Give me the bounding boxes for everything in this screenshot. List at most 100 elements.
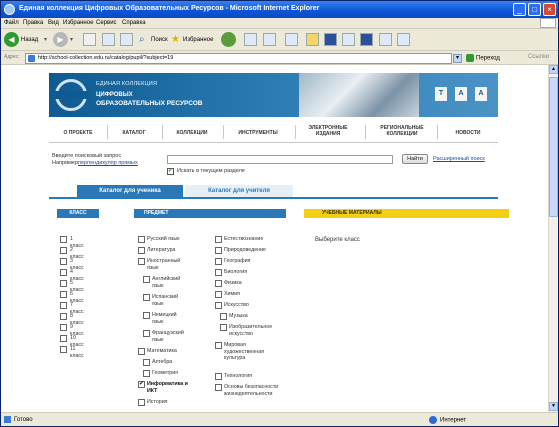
subject-checkbox[interactable] [143, 294, 150, 301]
advanced-search-link[interactable]: Расширенный поиск [433, 156, 485, 162]
class-checkbox[interactable] [60, 335, 67, 342]
menu-edit[interactable]: Правка [23, 20, 43, 26]
tools-icon[interactable] [397, 33, 410, 46]
dropdown-arrow-icon[interactable]: ▾ [70, 32, 73, 48]
refresh-icon[interactable] [102, 33, 115, 46]
forward-arrow-icon[interactable]: ▶ [53, 32, 68, 47]
subject-label: Иностранный язык [147, 258, 181, 271]
nav-news[interactable]: НОВОСТИ [441, 130, 495, 136]
tab-teacher-catalog[interactable]: Каталог для учителя [185, 185, 293, 197]
subject-checkbox[interactable] [215, 373, 222, 380]
go-label: Переход [476, 55, 500, 62]
class-checkbox[interactable] [60, 302, 67, 309]
nav-catalog[interactable]: КАТАЛОГ [109, 130, 159, 136]
subject-checkbox[interactable] [138, 399, 145, 406]
subject-checkbox[interactable] [215, 342, 222, 349]
links-button[interactable]: Ссылки [528, 54, 549, 60]
search-in-section-checkbox[interactable]: ✔ [167, 168, 174, 175]
class-checkbox[interactable] [60, 324, 67, 331]
find-button[interactable]: Найти [402, 154, 428, 164]
tab-student-catalog[interactable]: Каталог для ученика [77, 185, 183, 197]
class-checkbox[interactable] [60, 269, 67, 276]
nav-tools[interactable]: ИНСТРУМЕНТЫ [225, 130, 291, 136]
search-input[interactable] [167, 155, 393, 164]
menu-favorites[interactable]: Избранное [63, 20, 93, 26]
folder-icon[interactable] [306, 33, 319, 46]
subject-checkbox[interactable] [143, 359, 150, 366]
messenger-icon[interactable] [342, 33, 355, 46]
subject-checkbox[interactable] [215, 236, 222, 243]
class-checkbox[interactable] [60, 313, 67, 320]
subject-checkbox[interactable] [138, 258, 145, 265]
nav-regional-collections[interactable]: РЕГИОНАЛЬНЫЕ КОЛЛЕКЦИИ [369, 125, 435, 137]
nav-collections[interactable]: КОЛЛЕКЦИИ [164, 130, 220, 136]
scroll-down-icon[interactable]: ▼ [549, 402, 558, 411]
history-icon[interactable] [244, 33, 257, 46]
subject-checkbox[interactable] [143, 370, 150, 377]
menu-file[interactable]: Файл [4, 20, 19, 26]
title-bar: Единая коллекция Цифровых Образовательны… [1, 1, 558, 18]
menu-help[interactable]: Справка [122, 20, 146, 26]
subject-checkbox[interactable] [138, 348, 145, 355]
subject-checkbox[interactable] [143, 276, 150, 283]
subject-checkbox[interactable] [215, 247, 222, 254]
mail-icon[interactable] [263, 33, 276, 46]
favorites-button-label[interactable]: Избранное [183, 32, 213, 48]
subject-checkbox[interactable] [138, 236, 145, 243]
subject-checkbox[interactable] [138, 247, 145, 254]
back-button-label[interactable]: Назад [21, 32, 38, 48]
class-column-header: КЛАСС [57, 209, 99, 218]
subject-checkbox-checked[interactable] [138, 380, 145, 388]
class-label: 11 класс [70, 346, 84, 359]
translate-icon[interactable] [379, 33, 392, 46]
address-url: http://school-collection.edu.ru/catalog/… [38, 55, 174, 61]
subject-label: Английский язык [152, 276, 181, 289]
subject-checkbox[interactable] [215, 302, 222, 309]
print-icon[interactable] [285, 33, 298, 46]
class-checkbox[interactable] [60, 258, 67, 265]
maximize-button[interactable]: □ [528, 3, 541, 16]
nav-e-publications[interactable]: ЭЛЕКТРОННЫЕ ИЗДАНИЯ [299, 125, 357, 137]
vertical-scrollbar[interactable]: ▲ ▼ [548, 65, 558, 412]
favorites-star-icon[interactable]: ★ [171, 32, 180, 48]
back-arrow-icon[interactable]: ◀ [4, 32, 19, 47]
menu-view[interactable]: Вид [48, 20, 59, 26]
subject-checkbox[interactable] [215, 269, 222, 276]
subject-label: Основы безопасности жизнедеятельности [224, 384, 279, 397]
subject-checkbox[interactable] [143, 330, 150, 337]
subject-label: Мировая художественная культура [224, 342, 265, 361]
menu-tools[interactable]: Сервис [96, 20, 117, 26]
class-checkbox[interactable] [60, 247, 67, 254]
chevron-down-icon[interactable]: ▾ [453, 54, 462, 63]
minimize-button[interactable]: _ [513, 3, 526, 16]
word-icon[interactable] [324, 33, 337, 46]
subject-checkbox[interactable] [143, 312, 150, 319]
search-button-label[interactable]: Поиск [151, 32, 168, 48]
subject-checkbox[interactable] [215, 258, 222, 265]
subject-checkbox[interactable] [215, 384, 222, 391]
stop-icon[interactable] [83, 33, 96, 46]
nav-about[interactable]: О ПРОЕКТЕ [51, 130, 105, 136]
scroll-up-icon[interactable]: ▲ [549, 65, 558, 74]
search-example-link[interactable]: перпендикуляр прямых [78, 160, 138, 166]
dropdown-arrow-icon[interactable]: ▾ [44, 32, 47, 48]
class-checkbox[interactable] [60, 280, 67, 287]
subject-checkbox[interactable] [215, 291, 222, 298]
scroll-thumb[interactable] [549, 77, 558, 217]
media-icon[interactable] [221, 32, 236, 47]
status-zone: Интернет [429, 416, 466, 424]
class-checkbox[interactable] [60, 346, 67, 353]
subject-checkbox[interactable] [220, 313, 227, 320]
subject-checkbox[interactable] [220, 324, 227, 331]
class-checkbox[interactable] [60, 236, 67, 243]
home-icon[interactable] [120, 33, 133, 46]
class-checkbox[interactable] [60, 291, 67, 298]
go-button[interactable]: Переход [466, 54, 500, 62]
close-button[interactable]: × [543, 3, 556, 16]
research-icon[interactable] [360, 33, 373, 46]
subject-label-selected: Информатика и ИКТ [147, 381, 188, 394]
nav-divider [295, 125, 296, 139]
search-icon[interactable]: ⌕ [139, 32, 145, 48]
subject-checkbox[interactable] [215, 280, 222, 287]
address-input[interactable]: http://school-collection.edu.ru/catalog/… [25, 53, 452, 64]
